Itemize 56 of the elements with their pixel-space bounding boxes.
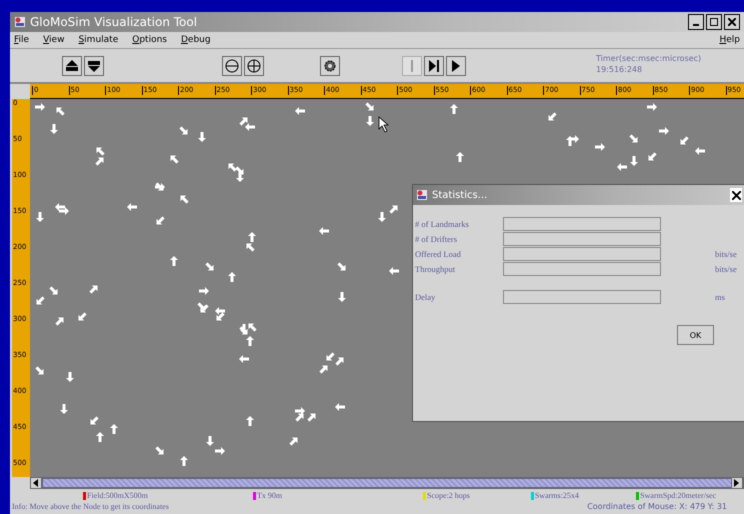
window-title: GloMoSim Visualization Tool	[30, 15, 198, 29]
unit-label: bits/se	[715, 264, 737, 274]
toolbar-button[interactable]	[424, 56, 444, 76]
dialog-title: Statistics...	[432, 190, 488, 200]
toolbar-button[interactable]	[446, 56, 466, 76]
menu-item[interactable]: File	[14, 35, 30, 45]
right-arrow-icon	[734, 479, 740, 487]
info-text: Info: Move above the Node to get its coordinates	[12, 502, 169, 513]
help-menu[interactable]: Help	[719, 35, 740, 45]
maximize-button[interactable]	[706, 14, 722, 30]
legend-label: Scope:2 hops	[427, 491, 470, 500]
input-field[interactable]	[503, 290, 661, 304]
timer-value: 19:516:248	[596, 64, 644, 75]
input-field[interactable]	[503, 247, 661, 261]
legend-label: Field:500mX500m	[87, 491, 148, 500]
maximize-icon	[710, 18, 718, 26]
app-logo-icon	[416, 189, 428, 201]
legend-label: Swarms:25x4	[534, 491, 579, 500]
legend-label: Tx 90m	[257, 491, 282, 500]
toolbar-button[interactable]	[320, 56, 340, 76]
gear-icon	[323, 58, 337, 72]
field-label: Delay	[415, 292, 436, 302]
up-arrow-icon	[65, 58, 79, 72]
close-button[interactable]	[730, 188, 742, 202]
zoom-out-icon	[225, 58, 239, 72]
unit-label: bits/se	[715, 249, 737, 259]
app-logo-icon	[14, 16, 26, 28]
menu-item[interactable]: Simulate	[78, 35, 118, 45]
field-label: # of Drifters	[415, 234, 458, 244]
close-button[interactable]	[724, 14, 740, 30]
input-field[interactable]	[503, 262, 661, 276]
menu-item[interactable]: View	[43, 35, 64, 45]
unit-label: ms	[715, 292, 725, 302]
toolbar-button[interactable]	[84, 56, 104, 76]
zoom-in-icon	[247, 58, 261, 72]
ok-button[interactable]: OK	[677, 325, 714, 345]
close-icon	[732, 190, 740, 200]
field-label: # of Landmarks	[415, 219, 470, 229]
menu-item[interactable]: Options	[132, 35, 167, 45]
step-icon	[427, 58, 441, 72]
legend-label: SwarmSpd:20meter/sec	[640, 491, 716, 500]
mouse-coordinates: Coordinates of Mouse: X: 479 Y: 31	[587, 502, 727, 513]
field-label: Offered Load	[415, 249, 462, 259]
toolbar-button[interactable]	[62, 56, 82, 76]
menu-item[interactable]: Debug	[180, 35, 211, 45]
left-arrow-icon	[33, 479, 39, 487]
down-arrow-icon	[87, 58, 101, 72]
toolbar-button[interactable]	[222, 56, 242, 76]
field-label: Throughput	[415, 264, 456, 274]
input-field[interactable]	[503, 217, 661, 231]
timer-label: Timer(sec:msec:microsec)	[596, 53, 702, 64]
horizontal-scrollbar[interactable]	[30, 477, 744, 489]
minimize-button[interactable]	[688, 14, 704, 30]
close-icon	[728, 18, 736, 26]
toolbar-button[interactable]	[244, 56, 264, 76]
input-field[interactable]	[503, 232, 661, 246]
